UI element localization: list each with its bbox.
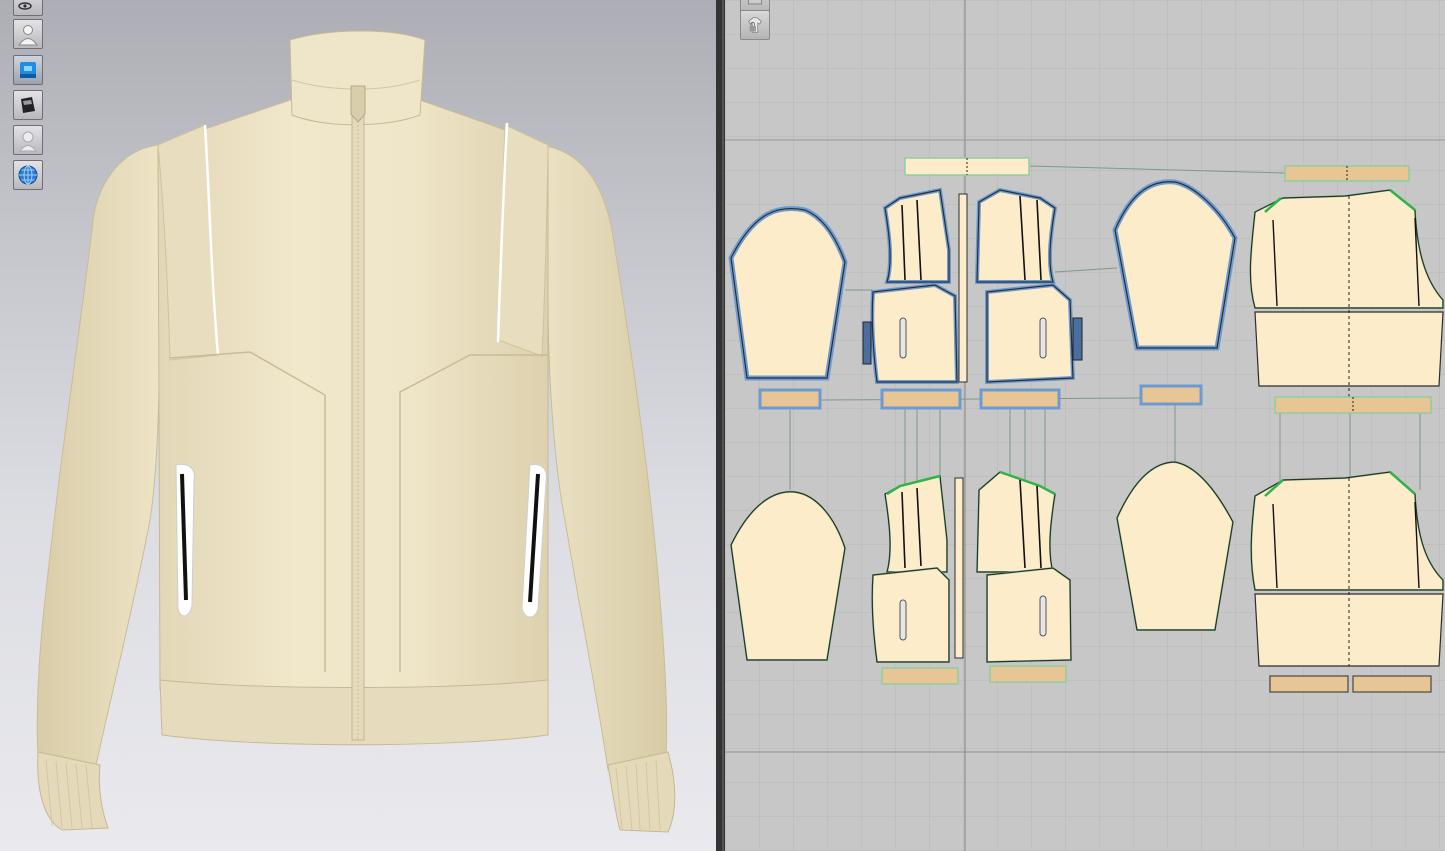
sleeve-pattern-left-top[interactable]: [728, 205, 848, 381]
front-right-lower-top[interactable]: [985, 282, 1076, 385]
left-cuff: [37, 751, 109, 831]
front-right-upper-top[interactable]: [974, 187, 1058, 284]
zipper-pull: [350, 85, 366, 123]
left-pocket-zipper: [175, 463, 195, 617]
3d-garment-viewport[interactable]: [0, 0, 716, 851]
pattern-view-icon: [747, 0, 763, 5]
cuff-band-left-top[interactable]: [758, 388, 822, 410]
lock-garment-icon: [747, 17, 763, 33]
collar-pattern[interactable]: [904, 157, 1030, 176]
front-left-lower-top[interactable]: [870, 282, 960, 384]
left-sleeve: [36, 144, 161, 771]
front-right-lower-bottom[interactable]: [986, 566, 1073, 664]
zipper: [351, 99, 365, 741]
hem-band-front-left-bottom[interactable]: [881, 667, 959, 685]
hem-band-front-left-top[interactable]: [880, 388, 962, 410]
jacket-3d-model[interactable]: [0, 0, 716, 851]
cuff-band-right-top[interactable]: [1139, 384, 1203, 406]
hem-band-front-right-bottom[interactable]: [989, 665, 1067, 683]
lock-garment-button[interactable]: [740, 10, 770, 40]
right-sleeve: [539, 144, 668, 771]
pane-splitter-line: [722, 0, 724, 851]
hem-band-front-right-top[interactable]: [979, 388, 1061, 410]
2d-pattern-viewport[interactable]: [725, 0, 1445, 851]
back-hem-band-left-bottom[interactable]: [1269, 675, 1349, 693]
pattern-canvas[interactable]: [725, 0, 1445, 851]
back-hem-band-right-bottom[interactable]: [1352, 675, 1432, 693]
front-left-lower-bottom[interactable]: [871, 566, 950, 663]
